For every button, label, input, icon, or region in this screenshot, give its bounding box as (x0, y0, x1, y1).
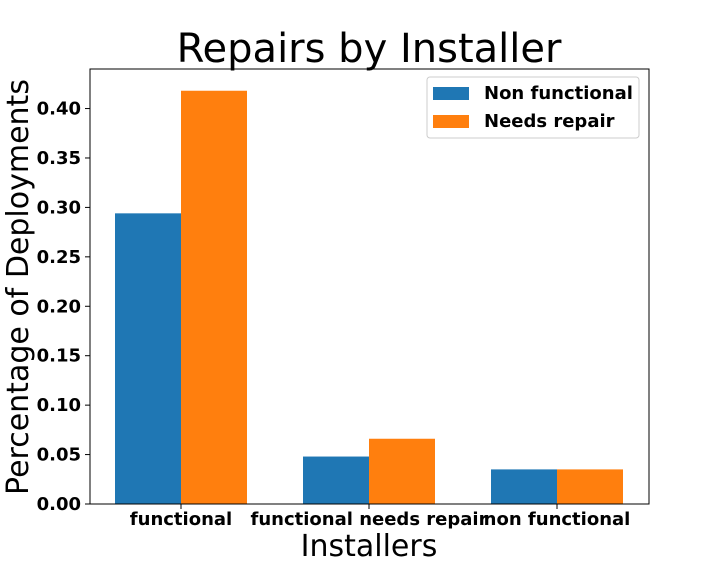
y-tick-label: 0.10 (37, 395, 81, 416)
x-tick-label: non functional (484, 509, 631, 530)
y-tick-label: 0.25 (37, 247, 81, 268)
bar-needs-repair-2 (557, 469, 623, 504)
x-axis-label: Installers (301, 529, 438, 564)
legend-swatch-needs-repair (433, 115, 469, 128)
bar-chart: Repairs by Installer 0.00 0.05 0.10 0.15 0.2… (1, 26, 650, 564)
legend: Non functional Needs repair (426, 76, 640, 139)
bar-needs-repair-1 (369, 438, 435, 504)
y-tick-label: 0.15 (37, 346, 81, 367)
y-tick-label: 0.05 (37, 445, 81, 466)
legend-label: Needs repair (484, 111, 615, 132)
y-tick-label: 0.20 (37, 296, 81, 317)
y-tick-label: 0.30 (37, 197, 81, 218)
y-axis: 0.00 0.05 0.10 0.15 0.20 0.25 0.30 0.35 0.40 (37, 99, 90, 515)
x-axis: functional functional needs repairnon fun… (130, 504, 631, 530)
y-tick-label: 0.35 (37, 148, 81, 169)
bar-non-functional-2 (491, 469, 557, 504)
x-tick-label: functional needs repair (251, 509, 488, 530)
bars-group (115, 90, 623, 504)
bar-needs-repair-0 (181, 90, 247, 504)
bar-non-functional-1 (303, 456, 369, 504)
legend-label: Non functional (484, 83, 633, 104)
y-tick-label: 0.00 (37, 494, 81, 515)
chart-title: Repairs by Installer (177, 26, 562, 72)
x-tick-label: functional (130, 509, 232, 530)
legend-swatch-non-functional (433, 87, 469, 100)
bar-non-functional-0 (115, 213, 181, 504)
y-tick-label: 0.40 (37, 99, 81, 120)
y-axis-label: Percentage of Deployments (1, 79, 36, 495)
